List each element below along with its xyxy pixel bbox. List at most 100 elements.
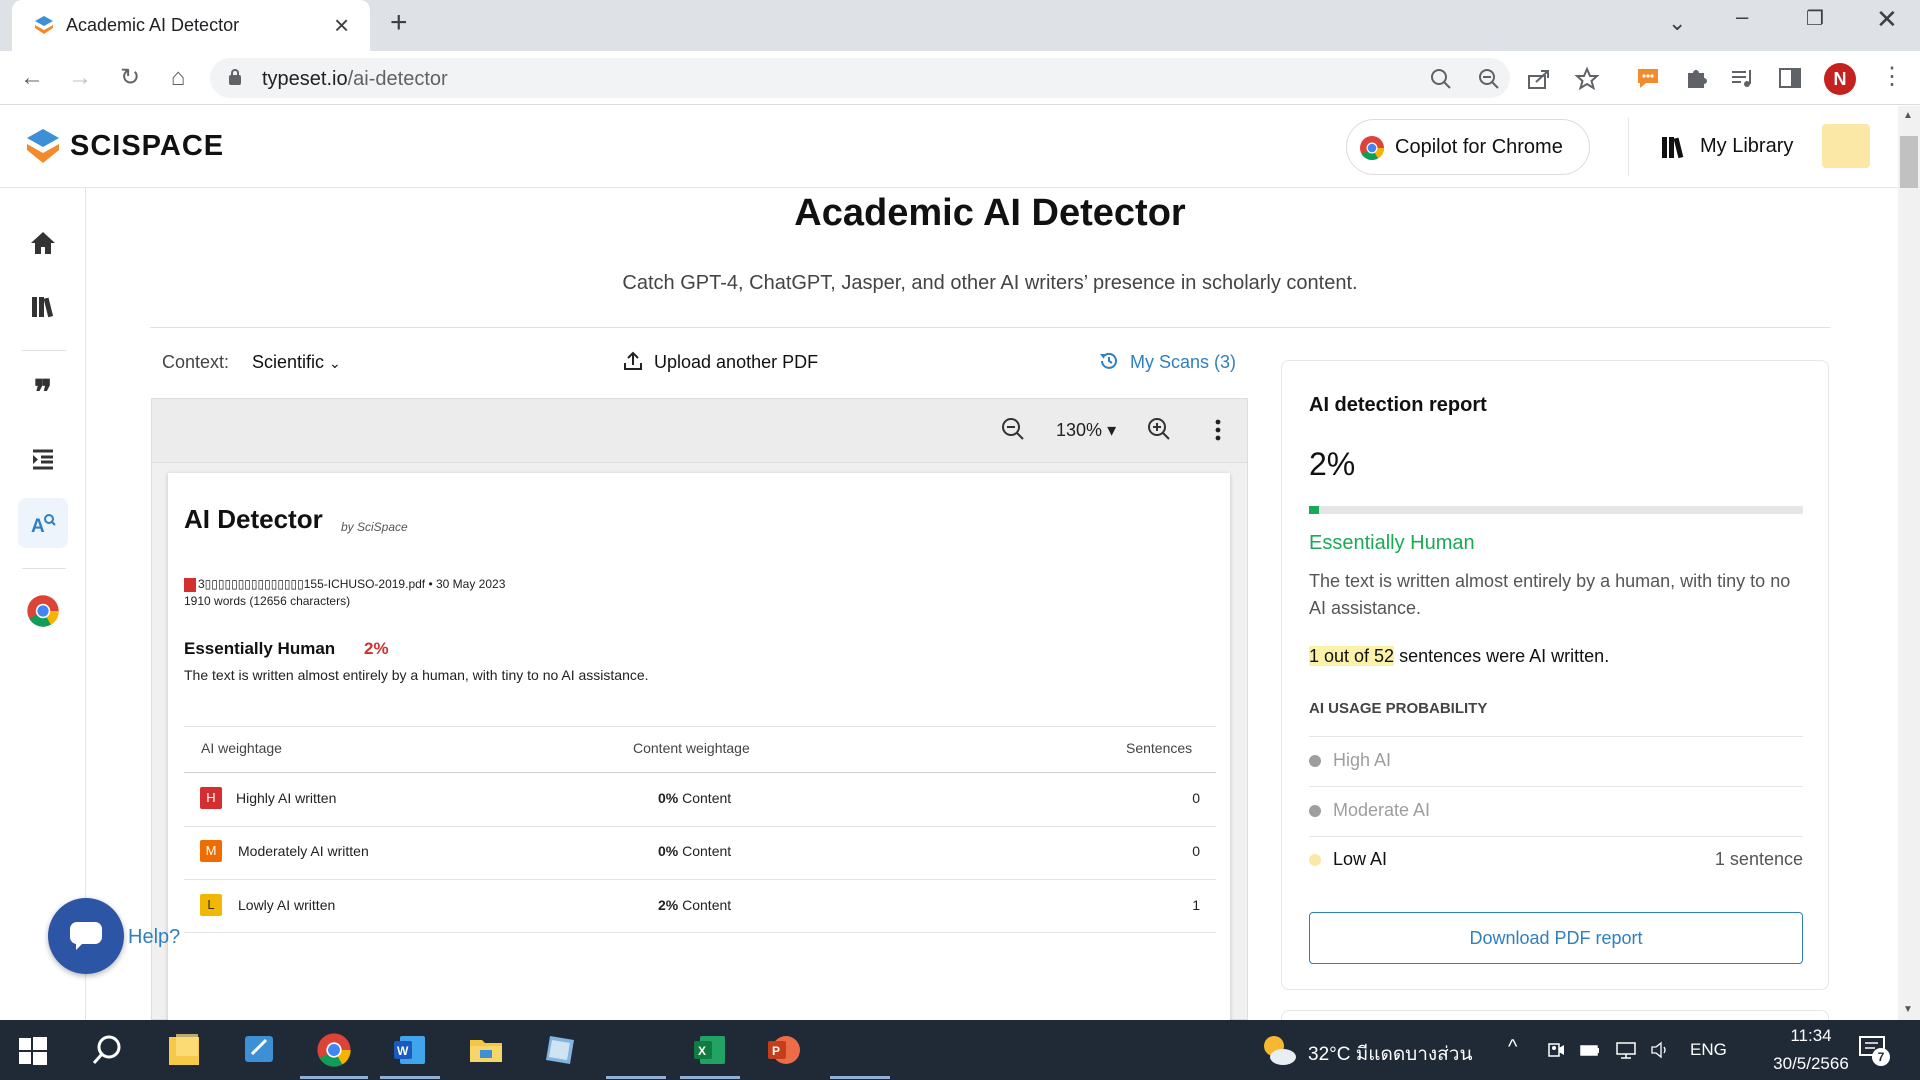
table-row-content: 0% Content: [658, 790, 732, 806]
notification-center-icon[interactable]: 7: [1858, 1034, 1890, 1066]
context-dropdown[interactable]: Scientific ⌄: [252, 352, 341, 373]
active-app-indicator: [300, 1076, 368, 1079]
my-scans-link[interactable]: My Scans (3): [1130, 352, 1236, 373]
page-scrollbar[interactable]: ▲ ▼: [1898, 106, 1920, 1020]
pdf-verdict-percent: 2%: [364, 639, 389, 658]
pdf-verdict-description: The text is written almost entirely by a…: [184, 667, 649, 683]
meet-now-icon[interactable]: [1546, 1040, 1566, 1060]
search-icon[interactable]: [1428, 66, 1454, 92]
taskbar-search-icon[interactable]: [90, 1032, 126, 1068]
table-header-content-weightage: Content weightage: [633, 740, 750, 756]
open-app-indicator: [680, 1076, 740, 1079]
notepad-app-icon[interactable]: [542, 1032, 578, 1068]
logo-text[interactable]: SCISPACE: [70, 130, 224, 163]
close-window-icon[interactable]: ✕: [1876, 4, 1898, 35]
excel-app-icon[interactable]: X: [692, 1032, 728, 1068]
library-books-icon[interactable]: [1660, 133, 1688, 161]
low-ai-dot-icon: [1309, 854, 1321, 866]
more-options-icon[interactable]: [1208, 416, 1228, 444]
home-icon[interactable]: ⌂: [162, 62, 194, 94]
profile-avatar[interactable]: N: [1824, 63, 1856, 95]
upload-another-pdf-button[interactable]: Upload another PDF: [654, 352, 818, 373]
folder-icon[interactable]: [1822, 124, 1870, 168]
table-row-count: 0: [1192, 790, 1200, 806]
chrome-icon: [1360, 136, 1384, 161]
scroll-down-icon[interactable]: ▼: [1903, 1004, 1913, 1015]
scroll-up-icon[interactable]: ▲: [1903, 110, 1913, 121]
powerpoint-app-icon[interactable]: P: [766, 1032, 802, 1068]
report-progress-track: [1309, 506, 1803, 514]
side-panel-icon[interactable]: [1776, 64, 1804, 92]
citation-quote-icon[interactable]: ❞: [24, 373, 62, 413]
battery-icon[interactable]: [1580, 1040, 1600, 1060]
tab-search-chevron-icon[interactable]: ⌄: [1668, 10, 1686, 36]
ai-detector-nav-icon[interactable]: A: [18, 498, 68, 548]
file-explorer-icon[interactable]: [468, 1032, 504, 1068]
media-queue-icon[interactable]: [1728, 64, 1756, 92]
url-text[interactable]: typeset.io/ai-detector: [262, 68, 448, 91]
download-pdf-report-button[interactable]: Download PDF report: [1309, 912, 1803, 964]
high-ai-dot-icon: [1309, 755, 1321, 767]
report-divider: [1309, 786, 1803, 787]
network-icon[interactable]: [1616, 1040, 1636, 1060]
extensions-puzzle-icon[interactable]: [1682, 64, 1710, 92]
weather-partly-sunny-icon[interactable]: [1258, 1030, 1298, 1070]
pdf-doc-byline: by SciSpace: [341, 520, 408, 534]
report-description: The text is written almost entirely by a…: [1309, 571, 1791, 618]
my-library-link[interactable]: My Library: [1700, 135, 1793, 158]
scispace-logo-icon[interactable]: [26, 128, 60, 164]
badge-low: L: [200, 894, 222, 916]
level-moderate-ai[interactable]: Moderate AI: [1333, 800, 1430, 821]
restore-icon[interactable]: ❐: [1806, 6, 1824, 31]
back-icon[interactable]: ←: [16, 62, 48, 94]
sticky-notes-app-icon[interactable]: [166, 1032, 202, 1068]
pdf-zoom-select[interactable]: 130% ▾: [1056, 420, 1116, 441]
pdf-word-count: 1910 words (12656 characters): [184, 594, 351, 608]
forward-icon[interactable]: →: [64, 62, 96, 94]
history-icon[interactable]: [1098, 350, 1120, 372]
reload-icon[interactable]: ↻: [114, 62, 146, 94]
level-high-ai[interactable]: High AI: [1333, 750, 1391, 771]
chrome-taskbar-icon[interactable]: [316, 1032, 352, 1068]
pdf-file-icon: [184, 578, 196, 592]
level-low-ai-count: 1 sentence: [1714, 849, 1803, 869]
word-app-icon[interactable]: W: [392, 1032, 428, 1068]
copilot-for-chrome-button[interactable]: Copilot for Chrome: [1346, 119, 1590, 175]
chat-bubble-icon: [70, 922, 102, 950]
upload-icon[interactable]: [622, 350, 644, 372]
windows-start-icon[interactable]: [18, 1036, 48, 1066]
chrome-menu-icon[interactable]: ⋮: [1880, 62, 1904, 91]
copilot-label: Copilot for Chrome: [1395, 136, 1563, 158]
bookmark-star-icon[interactable]: [1574, 66, 1600, 92]
tray-expand-icon[interactable]: ^: [1508, 1036, 1517, 1059]
chat-support-button[interactable]: [48, 898, 124, 974]
whiteboard-app-icon[interactable]: [242, 1032, 278, 1068]
pdf-verdict: Essentially Human: [184, 639, 336, 658]
clock-time[interactable]: 11:34: [1766, 1026, 1856, 1046]
context-label: Context:: [162, 352, 230, 372]
scrollbar-thumb[interactable]: [1900, 136, 1918, 188]
weather-text[interactable]: 32°C มีแดดบางส่วน: [1308, 1039, 1472, 1069]
table-row-content: 0% Content: [658, 843, 732, 859]
pdf-zoom-in-icon[interactable]: [1146, 416, 1172, 442]
report-title: AI detection report: [1309, 394, 1487, 416]
help-link[interactable]: Help?: [128, 926, 180, 949]
pdf-zoom-out-icon[interactable]: [1000, 416, 1026, 442]
paraphraser-list-icon[interactable]: [24, 440, 62, 478]
language-indicator[interactable]: ENG: [1690, 1040, 1727, 1060]
minimize-icon[interactable]: –: [1736, 4, 1748, 30]
browser-tab[interactable]: Academic AI Detector ×: [12, 0, 370, 51]
ai-detection-report-panel: [1281, 360, 1829, 990]
extension-chat-icon[interactable]: [1634, 64, 1662, 92]
pdf-doc-title: AI Detector: [184, 504, 323, 534]
share-icon[interactable]: [1526, 66, 1552, 92]
tab-close-icon[interactable]: ×: [334, 10, 349, 41]
chrome-extension-nav-icon[interactable]: [24, 592, 62, 630]
volume-icon[interactable]: [1650, 1040, 1670, 1060]
level-low-ai[interactable]: Low AI: [1333, 849, 1387, 870]
report-progress-fill: [1309, 506, 1319, 514]
address-bar[interactable]: typeset.io/ai-detector: [210, 58, 1510, 98]
clock-date[interactable]: 30/5/2566: [1746, 1054, 1876, 1074]
new-tab-icon[interactable]: +: [390, 6, 408, 40]
zoom-out-icon[interactable]: [1476, 66, 1502, 92]
